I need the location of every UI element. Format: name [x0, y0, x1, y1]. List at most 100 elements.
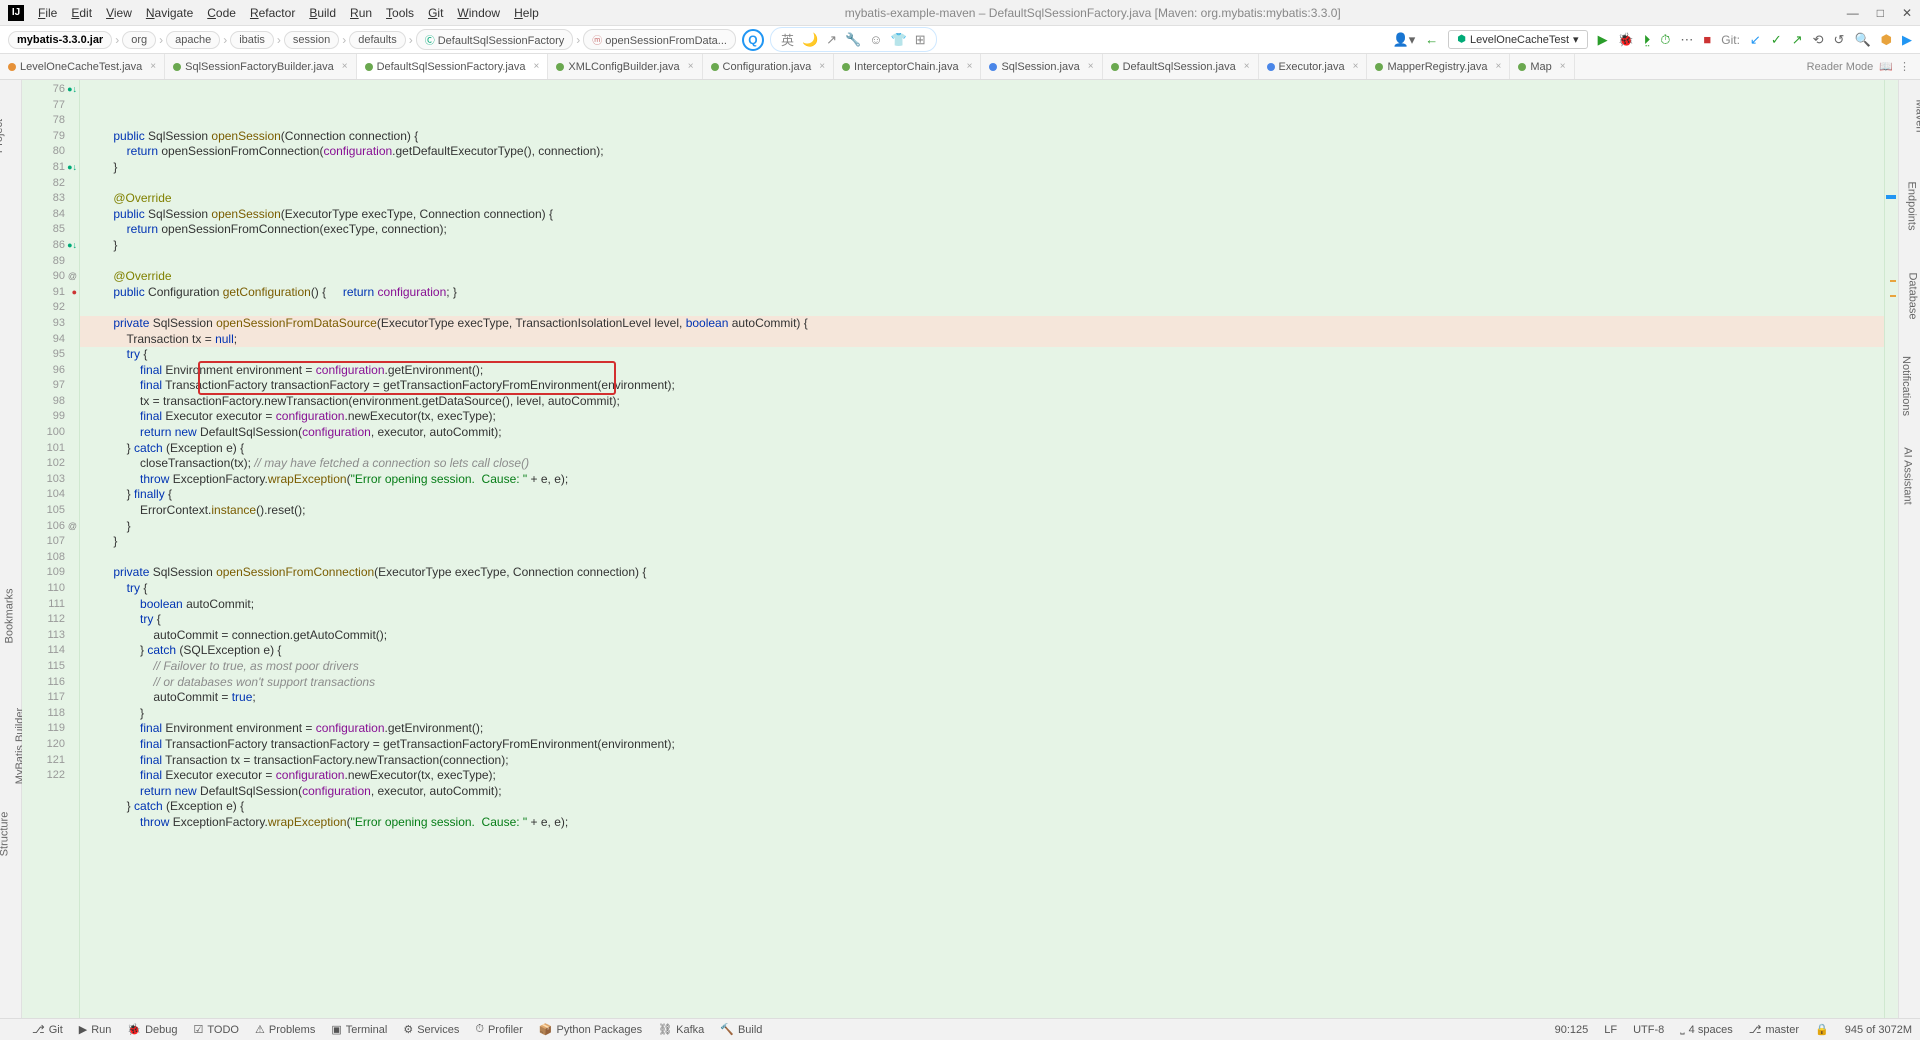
editor-tab[interactable]: XMLConfigBuilder.java× [548, 54, 702, 79]
menu-build[interactable]: Build [309, 6, 336, 20]
tool-ai-assistant[interactable]: AI Assistant [1901, 447, 1913, 504]
code-line[interactable]: final Transaction tx = transactionFactor… [80, 753, 1884, 769]
code-editor[interactable]: 76●↓7778798081●↓8283848586●↓8990@91●9293… [22, 80, 1898, 1018]
status-encoding[interactable]: UTF-8 [1633, 1024, 1664, 1036]
qa-assistant-icon[interactable]: Q [742, 29, 764, 51]
code-line[interactable]: ErrorContext.instance().reset(); [80, 503, 1884, 519]
code-line[interactable]: public Configuration getConfiguration() … [80, 285, 1884, 301]
editor-tab[interactable]: DefaultSqlSession.java× [1103, 54, 1259, 79]
menu-view[interactable]: View [106, 6, 132, 20]
code-line[interactable]: final TransactionFactory transactionFact… [80, 378, 1884, 394]
status-python[interactable]: 📦Python Packages [539, 1023, 642, 1036]
status-todo[interactable]: ☑TODO [194, 1023, 239, 1036]
status-run[interactable]: ▶Run [79, 1023, 112, 1036]
code-line[interactable]: final TransactionFactory transactionFact… [80, 737, 1884, 753]
code-line[interactable]: } finally { [80, 487, 1884, 503]
status-indent[interactable]: ⎵ 4 spaces [1680, 1023, 1732, 1036]
breadcrumb-item[interactable]: defaults [349, 31, 406, 49]
editor-tab[interactable]: MapperRegistry.java× [1367, 54, 1510, 79]
breadcrumb-item[interactable]: ⒸDefaultSqlSessionFactory [416, 29, 574, 50]
close-tab-icon[interactable]: × [1353, 61, 1359, 72]
breadcrumb-item[interactable]: apache [166, 31, 220, 49]
reader-mode-toggle[interactable]: Reader Mode📖 ⋮ [1797, 54, 1920, 79]
status-branch[interactable]: ⎇ master [1749, 1023, 1799, 1036]
tool-database[interactable]: Database [1906, 272, 1918, 319]
code-line[interactable]: @Override [80, 191, 1884, 207]
minimize-icon[interactable]: — [1847, 6, 1859, 20]
status-lock-icon[interactable]: 🔒 [1815, 1023, 1829, 1036]
status-build[interactable]: 🔨Build [720, 1023, 762, 1036]
code-line[interactable]: try { [80, 612, 1884, 628]
status-lf[interactable]: LF [1604, 1024, 1617, 1036]
override-icon[interactable]: ●↓ [67, 82, 77, 98]
tool-project[interactable]: Project [0, 119, 5, 153]
code-line[interactable]: return openSessionFromConnection(configu… [80, 144, 1884, 160]
editor-tab[interactable]: InterceptorChain.java× [834, 54, 981, 79]
debug-icon[interactable]: 🐞 [1618, 32, 1634, 48]
breadcrumb-item[interactable]: ibatis [230, 31, 274, 49]
user-icon[interactable]: 👤▾ [1393, 32, 1416, 48]
ide-scripting-icon[interactable]: ⬢ [1881, 32, 1892, 48]
run-icon[interactable]: ▶ [1598, 32, 1608, 48]
code-line[interactable]: final Environment environment = configur… [80, 721, 1884, 737]
code-area[interactable]: public SqlSession openSession(Connection… [80, 80, 1884, 1018]
editor-tab[interactable]: DefaultSqlSessionFactory.java× [357, 54, 549, 79]
git-update-icon[interactable]: ↙ [1750, 32, 1761, 48]
play-icon[interactable]: ▶ [1902, 32, 1912, 48]
code-line[interactable]: final Executor executor = configuration.… [80, 409, 1884, 425]
code-line[interactable]: return new DefaultSqlSession(configurati… [80, 784, 1884, 800]
breadcrumb-item[interactable]: ⓜopenSessionFromData... [583, 29, 736, 50]
code-line[interactable]: throw ExceptionFactory.wrapException("Er… [80, 472, 1884, 488]
close-tab-icon[interactable]: × [1244, 61, 1250, 72]
git-commit-icon[interactable]: ✓ [1771, 32, 1782, 48]
code-line[interactable]: private SqlSession openSessionFromConnec… [80, 565, 1884, 581]
close-tab-icon[interactable]: × [150, 61, 156, 72]
code-line[interactable]: // Failover to true, as most poor driver… [80, 659, 1884, 675]
breadcrumb-item[interactable]: mybatis-3.3.0.jar [8, 31, 112, 49]
status-debug[interactable]: 🐞Debug [127, 1023, 177, 1036]
coverage-icon[interactable]: ⏵̤ [1644, 32, 1651, 48]
override-icon[interactable]: ●↓ [67, 238, 77, 254]
search-icon[interactable]: 🔍 [1854, 32, 1870, 48]
editor-tab[interactable]: Configuration.java× [703, 54, 835, 79]
code-line[interactable]: public SqlSession openSession(Connection… [80, 129, 1884, 145]
menu-file[interactable]: File [38, 6, 57, 20]
tool-notifications[interactable]: Notifications [1900, 356, 1912, 416]
close-tab-icon[interactable]: × [534, 61, 540, 72]
override-icon[interactable]: ●↓ [67, 160, 77, 176]
code-line[interactable]: } catch (Exception e) { [80, 799, 1884, 815]
status-terminal[interactable]: ▣Terminal [331, 1023, 387, 1036]
code-line[interactable]: } [80, 160, 1884, 176]
code-line[interactable]: } catch (Exception e) { [80, 441, 1884, 457]
status-kafka[interactable]: ⛓Kafka [658, 1023, 704, 1036]
code-line[interactable]: boolean autoCommit; [80, 597, 1884, 613]
code-line[interactable]: final Environment environment = configur… [80, 363, 1884, 379]
code-line[interactable]: } [80, 706, 1884, 722]
code-line[interactable]: return new DefaultSqlSession(configurati… [80, 425, 1884, 441]
code-line[interactable]: private SqlSession openSessionFromDataSo… [80, 316, 1884, 332]
code-line[interactable]: autoCommit = true; [80, 690, 1884, 706]
status-memory[interactable]: 945 of 3072M [1845, 1024, 1912, 1036]
code-line[interactable]: final Executor executor = configuration.… [80, 768, 1884, 784]
menu-refactor[interactable]: Refactor [250, 6, 295, 20]
close-tab-icon[interactable]: × [1088, 61, 1094, 72]
git-history-icon[interactable]: ⟲ [1813, 32, 1824, 48]
code-line[interactable]: } [80, 519, 1884, 535]
code-line[interactable]: @Override [80, 269, 1884, 285]
profile-icon[interactable]: ⏱ [1660, 32, 1670, 48]
code-line[interactable]: } [80, 238, 1884, 254]
qa-toolbar[interactable]: 英🌙↗🔧☺👕⊞ [770, 27, 937, 52]
more-icon[interactable]: ⋯ [1680, 32, 1693, 48]
maximize-icon[interactable]: □ [1877, 6, 1884, 20]
close-tab-icon[interactable]: × [342, 61, 348, 72]
run-config-dropdown[interactable]: ⬢LevelOneCacheTest ▾ [1448, 30, 1587, 49]
code-line[interactable]: // or databases won't support transactio… [80, 675, 1884, 691]
code-line[interactable]: public SqlSession openSession(ExecutorTy… [80, 207, 1884, 223]
editor-tab[interactable]: Map× [1510, 54, 1574, 79]
status-git[interactable]: ⎇Git [32, 1023, 63, 1036]
code-line[interactable]: } catch (SQLException e) { [80, 643, 1884, 659]
editor-tab[interactable]: Executor.java× [1259, 54, 1368, 79]
code-line[interactable]: Transaction tx = null; [80, 332, 1884, 348]
code-line[interactable]: autoCommit = connection.getAutoCommit(); [80, 628, 1884, 644]
code-line[interactable]: } [80, 534, 1884, 550]
